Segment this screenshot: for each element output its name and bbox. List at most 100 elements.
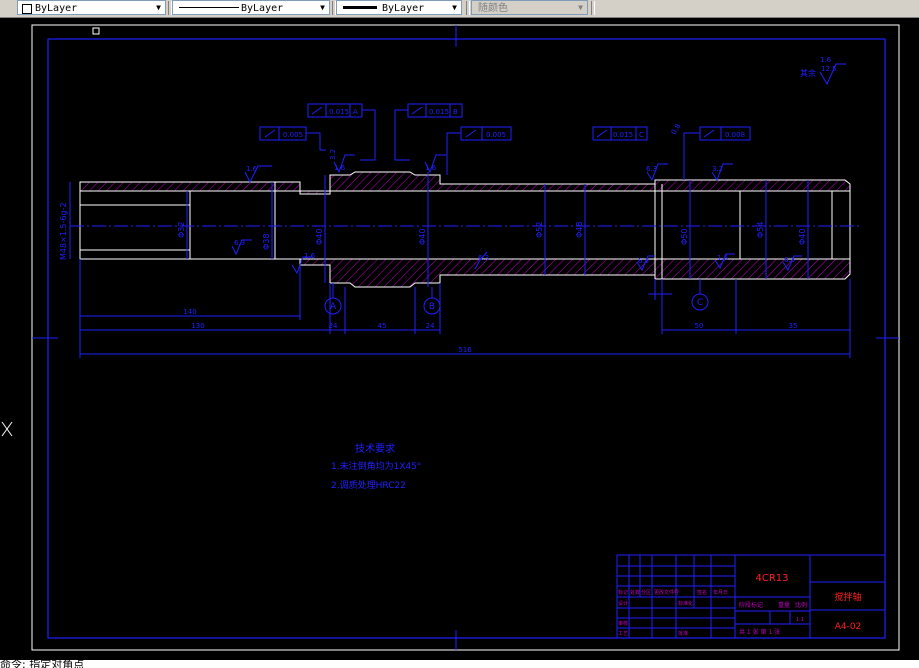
datum-label: B	[429, 302, 435, 312]
rough-value: 0.8	[670, 122, 682, 136]
gdt-datum-ref: B	[453, 108, 458, 116]
dia-label: Φ48	[575, 222, 584, 238]
standard-label: 标准化	[678, 600, 693, 607]
weight-label: 重量	[778, 601, 790, 609]
chevron-down-icon[interactable]: ▼	[448, 1, 461, 14]
shaft-hatch-bottom	[80, 259, 850, 287]
length-label: 24	[329, 322, 338, 330]
title-row-label: 签名	[697, 589, 707, 596]
command-text: 命令: 指定对角点	[0, 660, 85, 668]
lineweight-value: ByLayer	[382, 3, 425, 14]
notes-line-1: 1.未注倒角均为1X45°	[331, 460, 421, 472]
checker-label: 审核	[618, 620, 628, 627]
notes-title: 技术要求	[355, 442, 395, 455]
outer-frame	[31, 24, 900, 651]
gdt-datum-ref: A	[353, 108, 358, 116]
rough-value: 6.3	[638, 257, 649, 265]
gdt-tolerance: 0.015	[429, 108, 449, 116]
rough-value: 1.6	[304, 252, 316, 260]
rough-value: 6.3	[234, 239, 245, 247]
dia-label: Φ32	[177, 222, 186, 238]
part-name-label: 搅拌轴	[834, 591, 861, 603]
chevron-down-icon[interactable]: ▼	[152, 1, 165, 14]
length-label: 140	[183, 308, 196, 316]
chevron-down-icon[interactable]: ▼	[574, 1, 587, 14]
length-label: 45	[378, 322, 387, 330]
toolbar-separator	[591, 1, 595, 15]
gdt-tolerance: 0.015	[613, 131, 633, 139]
title-row-label: 处数	[630, 589, 640, 596]
color-value: ByLayer	[35, 3, 78, 14]
linetype-value: ByLayer	[241, 3, 284, 14]
rough-value: 12.5	[821, 65, 837, 73]
dia-label: Φ54	[756, 222, 765, 238]
length-label: 50	[695, 322, 704, 330]
ucs-x-icon	[1, 421, 13, 437]
toolbar-separator	[466, 1, 470, 15]
dia-label: Φ40	[798, 229, 807, 245]
center-marks	[32, 25, 899, 650]
title-row-label: 年月日	[713, 589, 728, 596]
length-label: 24	[426, 322, 435, 330]
dia-label: Φ50	[680, 229, 689, 245]
technical-notes: 技术要求 1.未注倒角均为1X45° 2.调质处理HRC22	[331, 442, 421, 491]
lineweight-control-dropdown[interactable]: ByLayer ▼	[336, 0, 462, 15]
roughness-symbols	[231, 63, 846, 275]
title-block-text: 4CR13 搅拌轴 A4-02 阶段标记 重量 比例 1:1 共 1 张 第 1…	[618, 573, 862, 637]
datum-letters: A B C	[330, 298, 703, 312]
rough-value: 1.6	[820, 56, 832, 64]
length-labels: 140 130 24 45 24 50 35 516	[183, 308, 797, 354]
rough-value: 6.3	[646, 165, 657, 173]
scale-label: 比例	[795, 601, 807, 609]
general-roughness-label: 其余	[800, 68, 816, 78]
lineweight-preview	[343, 6, 377, 9]
dia-label: Φ52	[535, 222, 544, 238]
material-label: 4CR13	[755, 573, 788, 584]
drawing-number-label: A4-02	[835, 622, 862, 632]
dia-label: Φ38	[262, 234, 271, 250]
command-line[interactable]: 命令: 指定对角点	[0, 660, 919, 668]
drawing-canvas[interactable]: M48×1.5-6g-2 Φ32 Φ38 Φ40 Φ40 Φ52 Φ48 Φ50…	[0, 17, 919, 660]
datum-label: C	[697, 298, 703, 308]
properties-toolbar: ByLayer ▼ ByLayer ▼ ByLayer ▼ 随颜色 ▼	[0, 0, 919, 18]
title-row-label: 分区	[641, 589, 651, 596]
gdt-datum-ref: C	[639, 131, 644, 139]
rough-value: 3.2	[712, 165, 723, 173]
plotstyle-control-dropdown[interactable]: 随颜色 ▼	[471, 0, 588, 15]
linetype-preview	[179, 7, 239, 8]
gdt-tolerance: 0.005	[486, 131, 506, 139]
grip-marker[interactable]	[92, 27, 100, 35]
gdt-tolerance: 0.005	[283, 131, 303, 139]
notes-line-2: 2.调质处理HRC22	[331, 479, 406, 491]
rough-value: 1.6	[425, 164, 437, 172]
linetype-control-dropdown[interactable]: ByLayer ▼	[172, 0, 330, 15]
length-label: 516	[458, 346, 472, 354]
dia-label: Φ40	[418, 229, 427, 245]
inner-frame	[47, 38, 886, 639]
color-control-dropdown[interactable]: ByLayer ▼	[17, 0, 166, 15]
stage-label: 阶段标记	[739, 601, 763, 609]
sheet-info: 共 1 张 第 1 张	[739, 628, 780, 636]
color-swatch	[22, 4, 32, 14]
approve-label: 批准	[678, 630, 688, 637]
length-label: 35	[789, 322, 798, 330]
gdt-tolerance: 0.015	[329, 108, 349, 116]
datum-label: A	[330, 302, 337, 312]
thread-label: M48×1.5-6g-2	[59, 202, 68, 260]
title-row-label: 更改文件号	[654, 589, 679, 596]
length-label: 130	[191, 322, 204, 330]
rough-value: 1.6	[246, 165, 258, 173]
gdt-tolerance: 0.008	[725, 131, 745, 139]
scale-value: 1:1	[796, 617, 804, 623]
designer-label: 设计	[618, 600, 628, 607]
rough-value: 6.3	[784, 256, 795, 264]
process-label: 工艺	[618, 631, 628, 637]
rough-value: 3.2	[329, 149, 337, 160]
dia-label: Φ40	[315, 229, 324, 245]
rough-value: 1.6	[334, 164, 346, 172]
chevron-down-icon[interactable]: ▼	[316, 1, 329, 14]
title-row-label: 标记	[618, 589, 628, 596]
rough-value: 1.6	[717, 254, 729, 262]
diameter-labels: M48×1.5-6g-2 Φ32 Φ38 Φ40 Φ40 Φ52 Φ48 Φ50…	[59, 202, 807, 260]
rough-value: 6.3	[478, 254, 489, 262]
